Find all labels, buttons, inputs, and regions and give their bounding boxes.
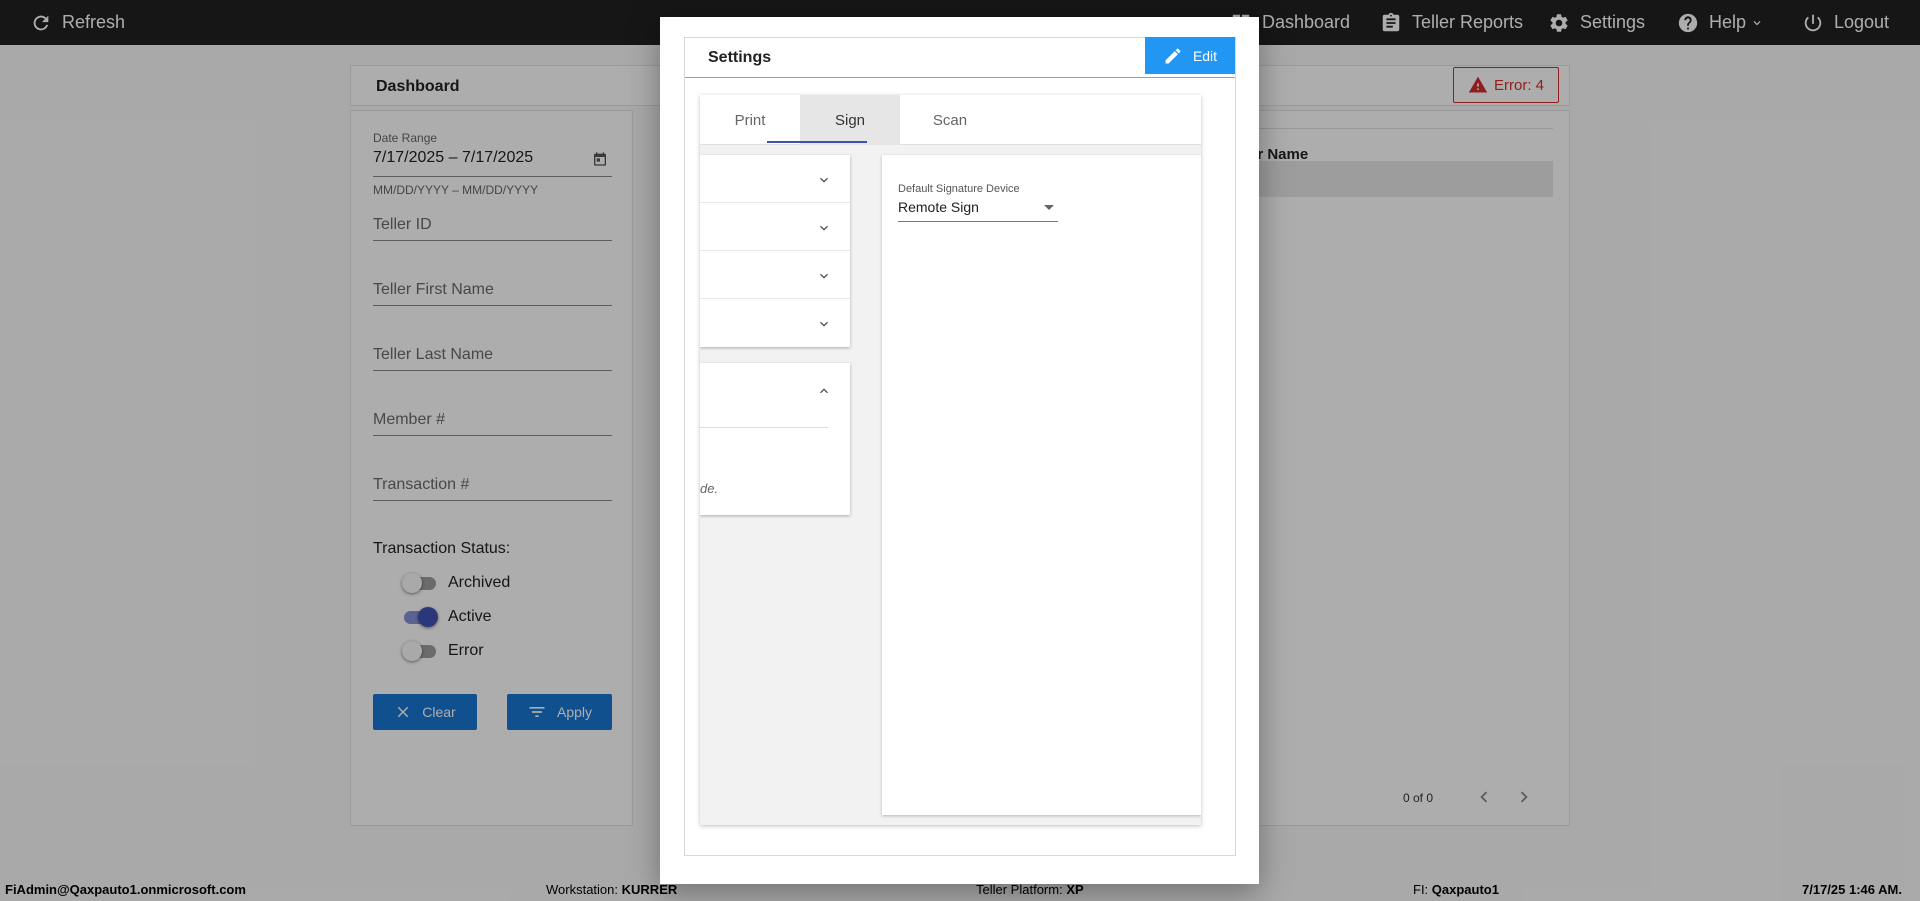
chevron-down-icon: [820, 177, 828, 183]
chevron-down-icon: [820, 321, 828, 327]
tab-print[interactable]: Print: [700, 95, 800, 145]
sign-settings-card: Default Signature Device Remote Sign: [882, 155, 1201, 815]
settings-panel: Settings Edit Print Sign Scan de. Defaul…: [684, 37, 1236, 856]
settings-tabs: Print Sign Scan: [700, 95, 1201, 145]
signature-device-value: Remote Sign: [898, 199, 979, 215]
dropdown-arrow-icon: [1044, 205, 1054, 210]
chevron-down-icon: [820, 273, 828, 279]
divider: [700, 427, 828, 428]
settings-header: Settings Edit: [685, 37, 1235, 78]
accordion-item[interactable]: [700, 155, 850, 203]
active-tab-indicator: [767, 141, 867, 143]
accordion-group: [700, 155, 850, 347]
signature-device-label: Default Signature Device: [898, 183, 1020, 195]
signature-device-select[interactable]: Remote Sign: [898, 199, 1058, 222]
pencil-icon: [1165, 47, 1181, 63]
settings-title: Settings: [708, 49, 772, 66]
accordion-item[interactable]: [700, 251, 850, 299]
tab-scan[interactable]: Scan: [900, 95, 1000, 145]
accordion-item[interactable]: [700, 203, 850, 251]
edit-label: Edit: [1192, 47, 1218, 64]
edit-button[interactable]: Edit: [1145, 37, 1235, 74]
accordion-item[interactable]: [700, 299, 850, 347]
settings-tabs-card: Print Sign Scan de. Default Signature De…: [700, 95, 1201, 825]
chevron-up-icon: [820, 388, 828, 394]
chevron-down-icon: [820, 225, 828, 231]
settings-dialog: Settings Edit Print Sign Scan de. Defaul…: [660, 17, 1259, 884]
accordion-note: de.: [700, 481, 719, 496]
tab-sign[interactable]: Sign: [800, 95, 900, 145]
expanded-accordion-item[interactable]: de.: [700, 363, 850, 515]
